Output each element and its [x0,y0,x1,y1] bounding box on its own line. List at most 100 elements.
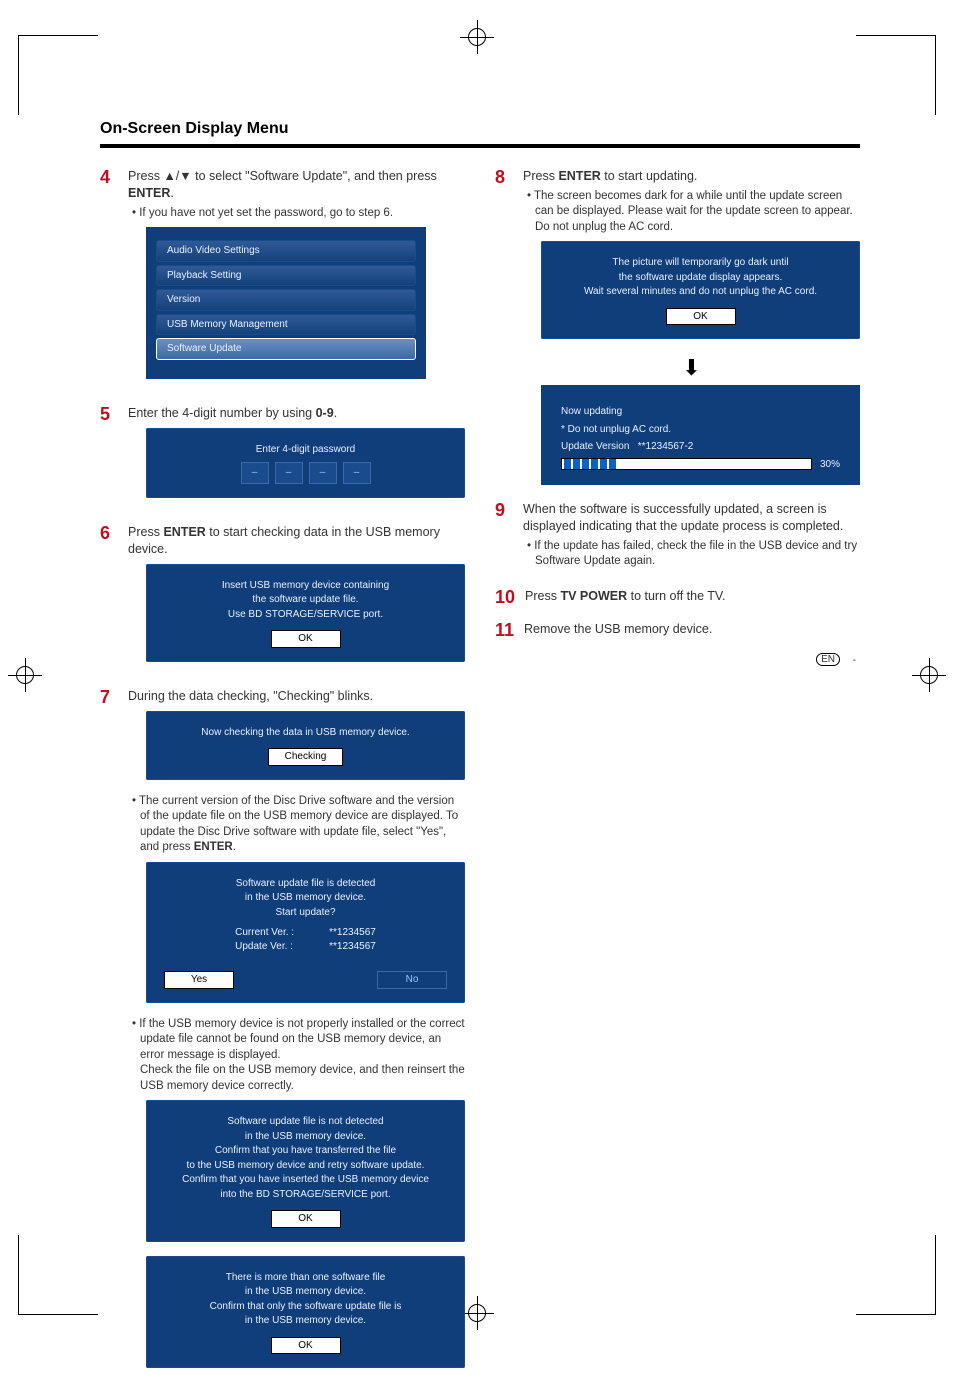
crop-mark [18,1235,98,1315]
dialog-line: The picture will temporarily go dark unt… [559,256,842,270]
dialog-line: Start update? [164,906,447,920]
arrow-down-icon: ⬇ [523,353,860,383]
step-4: 4 Press ▲/▼ to select "Software Update",… [100,168,465,393]
password-cells: – – – – [164,462,447,484]
dialog-line: Use BD STORAGE/SERVICE port. [164,608,447,622]
dialog-line: Confirm that only the software update fi… [164,1300,447,1314]
current-version-row: Current Ver. : **1234567 [164,926,447,940]
dialog-line: Insert USB memory device containing [164,579,447,593]
password-dialog-title: Enter 4-digit password [164,443,447,457]
password-cell[interactable]: – [241,462,269,484]
dialog-line: There is more than one software file [164,1271,447,1285]
menu-item[interactable]: Version [156,289,416,311]
step-9: 9 When the software is successfully upda… [495,501,860,576]
now-updating-title: Now updating [561,405,840,419]
dialog-line: in the USB memory device. [164,1130,447,1144]
no-button[interactable]: No [377,971,447,989]
label: Update Ver. : [235,940,305,954]
registration-mark [912,658,946,692]
menu-item-selected[interactable]: Software Update [156,338,416,360]
multiple-files-dialog: There is more than one software file in … [146,1256,465,1369]
step-7-text: During the data checking, "Checking" bli… [128,688,465,705]
password-cell[interactable]: – [343,462,371,484]
menu-item[interactable]: USB Memory Management [156,314,416,336]
step-10: 10 Press TV POWER to turn off the TV. [495,588,860,609]
dialog-line: Now checking the data in USB memory devi… [164,726,447,740]
menu-item[interactable]: Playback Setting [156,265,416,287]
password-dialog: Enter 4-digit password – – – – [146,428,465,499]
left-column: 4 Press ▲/▼ to select "Software Update",… [100,168,465,1394]
dialog-line: Wait several minutes and do not unplug t… [559,285,842,299]
insert-usb-dialog: Insert USB memory device containing the … [146,564,465,662]
step-number: 9 [495,501,513,576]
checking-dialog: Now checking the data in USB memory devi… [146,711,465,780]
registration-mark [8,658,42,692]
section-title: On-Screen Display Menu [100,120,860,148]
step-6-text: Press ENTER to start checking data in th… [128,524,465,558]
dialog-line: in the USB memory device. [164,1285,447,1299]
settings-menu: Audio Video Settings Playback Setting Ve… [146,227,426,379]
registration-mark [460,20,494,54]
dialog-line: Confirm that you have inserted the USB m… [164,1173,447,1187]
ok-button[interactable]: OK [666,308,736,326]
right-column: 8 Press ENTER to start updating. The scr… [495,168,860,1394]
step-5: 5 Enter the 4-digit number by using 0-9.… [100,405,465,512]
step-number: 6 [100,524,118,676]
ok-button[interactable]: OK [271,1210,341,1228]
step-number: 7 [100,688,118,1383]
update-version-row: Update Version **1234567-2 [561,440,840,454]
page: On-Screen Display Menu 4 Press ▲/▼ to se… [100,120,860,1394]
step-7-sub-a: The current version of the Disc Drive so… [128,794,465,856]
yes-button[interactable]: Yes [164,971,234,989]
step-7: 7 During the data checking, "Checking" b… [100,688,465,1383]
step-number: 10 [495,588,515,609]
step-11: 11 Remove the USB memory device. [495,621,860,642]
dialog-line: in the USB memory device. [164,1314,447,1328]
progress-percent: 30% [820,458,840,472]
step-8-sub: The screen becomes dark for a while unti… [523,189,860,236]
crop-mark [18,35,98,115]
footer-dash: - [853,655,856,666]
step-7-sub-b: If the USB memory device is not properly… [128,1017,465,1095]
checking-button: Checking [268,748,344,766]
step-8: 8 Press ENTER to start updating. The scr… [495,168,860,489]
step-5-text: Enter the 4-digit number by using 0-9. [128,405,465,422]
step-number: 5 [100,405,118,512]
step-4-sub: If you have not yet set the password, go… [128,206,465,222]
update-detected-dialog: Software update file is detected in the … [146,862,465,1003]
step-11-text: Remove the USB memory device. [524,621,860,638]
step-number: 4 [100,168,118,393]
dialog-line: Software update file is detected [164,877,447,891]
step-10-text: Press TV POWER to turn off the TV. [525,588,860,605]
step-4-text: Press ▲/▼ to select "Software Update", a… [128,168,465,202]
footer-lang-badge: EN [816,653,840,666]
ok-button[interactable]: OK [271,630,341,648]
dialog-line: to the USB memory device and retry softw… [164,1159,447,1173]
value: **1234567 [329,926,376,940]
dialog-line: the software update file. [164,593,447,607]
dialog-line: Software update file is not detected [164,1115,447,1129]
step-number: 8 [495,168,513,489]
dialog-line: the software update display appears. [559,271,842,285]
menu-item[interactable]: Audio Video Settings [156,240,416,262]
step-8-text: Press ENTER to start updating. [523,168,860,185]
value: **1234567 [329,940,376,954]
progress-bar [561,458,812,470]
dialog-line: Confirm that you have transferred the fi… [164,1144,447,1158]
go-dark-dialog: The picture will temporarily go dark unt… [541,241,860,339]
crop-mark [856,1235,936,1315]
step-9-sub: If the update has failed, check the file… [523,539,860,570]
dialog-line: into the BD STORAGE/SERVICE port. [164,1188,447,1202]
not-detected-dialog: Software update file is not detected in … [146,1100,465,1242]
update-version-row: Update Ver. : **1234567 [164,940,447,954]
password-cell[interactable]: – [309,462,337,484]
step-number: 11 [495,621,514,642]
ok-button[interactable]: OK [271,1337,341,1355]
dialog-line: in the USB memory device. [164,891,447,905]
password-cell[interactable]: – [275,462,303,484]
unplug-warning: * Do not unplug AC cord. [561,423,840,437]
step-6: 6 Press ENTER to start checking data in … [100,524,465,676]
step-9-text: When the software is successfully update… [523,501,860,535]
crop-mark [856,35,936,115]
label: Current Ver. : [235,926,305,940]
